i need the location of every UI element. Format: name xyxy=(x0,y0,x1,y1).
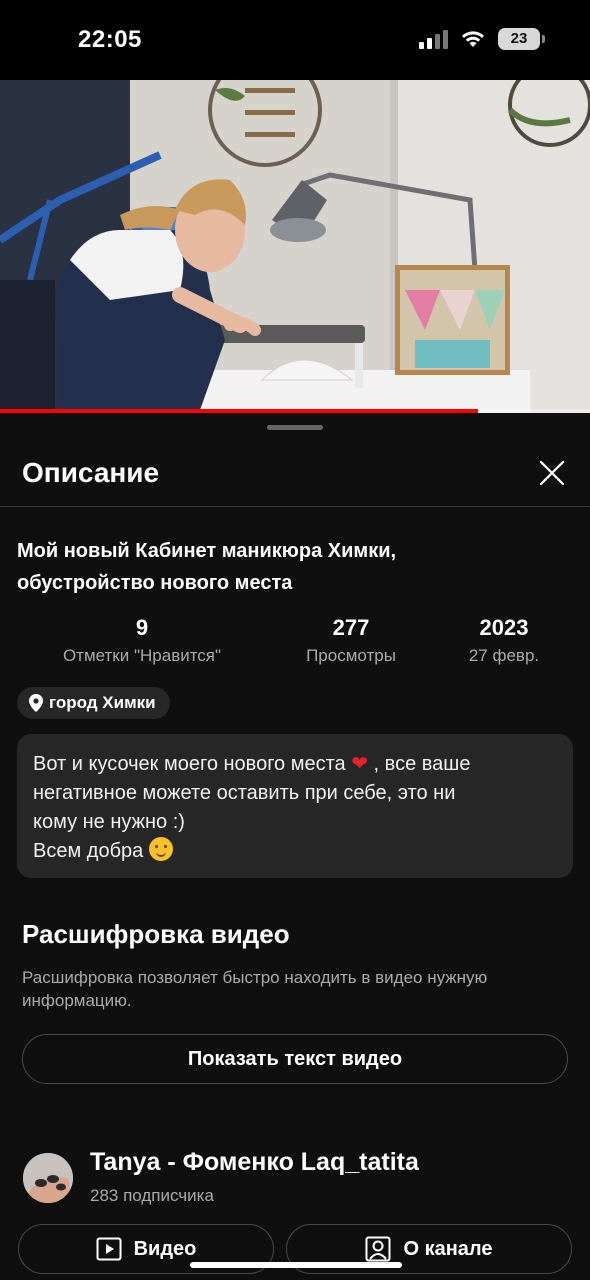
heart-emoji: ❤ xyxy=(351,751,368,775)
person-square-icon xyxy=(365,1236,391,1262)
date-stat: 2023 27 февр. xyxy=(458,613,550,669)
likes-count: 9 xyxy=(135,615,149,640)
status-icons: 23 xyxy=(419,28,545,50)
description-line1: Вот и кусочек моего нового места ❤ , все… xyxy=(33,749,557,779)
close-button[interactable] xyxy=(534,455,570,491)
show-transcript-button[interactable]: Показать текст видео xyxy=(22,1034,568,1084)
video-frame-image xyxy=(0,80,590,413)
cellular-signal-icon xyxy=(419,29,448,49)
likes-label: Отметки "Нравится" xyxy=(62,646,222,665)
video-player[interactable] xyxy=(0,80,590,413)
channel-avatar[interactable] xyxy=(23,1153,73,1203)
description-line1-text: Вот и кусочек моего нового места xyxy=(33,753,352,775)
close-icon xyxy=(539,460,565,486)
upload-year: 2023 xyxy=(479,615,529,640)
video-title-line2: обустройство нового места xyxy=(17,572,293,594)
play-square-icon xyxy=(96,1237,122,1261)
description-line2: негативное можете оставить при себе, это… xyxy=(33,782,456,804)
channel-about-label: О канале xyxy=(403,1237,493,1260)
likes-stat: 9 Отметки "Нравится" xyxy=(46,613,238,669)
channel-avatar-image xyxy=(23,1153,73,1203)
channel-name[interactable]: Tanya - Фоменко Laq_tatita xyxy=(90,1148,419,1177)
hugging-face-emoji xyxy=(148,837,173,861)
transcript-title: Расшифровка видео xyxy=(22,919,290,949)
sheet-header: Описание xyxy=(0,443,590,507)
views-stat: 277 Просмотры xyxy=(290,613,412,669)
home-indicator[interactable] xyxy=(190,1262,402,1268)
description-line4: Всем добра xyxy=(33,837,557,866)
battery-icon: 23 xyxy=(498,28,545,50)
location-label: город Химки xyxy=(49,693,156,712)
video-stats: 9 Отметки "Нравится" 277 Просмотры 2023 … xyxy=(0,613,590,673)
location-pin-icon xyxy=(29,694,43,712)
status-time: 22:05 xyxy=(78,26,142,53)
description-box: Вот и кусочек моего нового места ❤ , все… xyxy=(17,734,573,878)
description-sheet: Описание Мой новый Кабинет маникюра Химк… xyxy=(0,413,590,1280)
drag-handle[interactable] xyxy=(267,425,323,430)
description-line4-text: Всем добра xyxy=(33,840,149,862)
description-line3: кому не нужно :) xyxy=(33,811,185,833)
upload-date: 27 февр. xyxy=(468,646,540,665)
sheet-title: Описание xyxy=(22,457,160,488)
video-title: Мой новый Кабинет маникюра Химки, обустр… xyxy=(17,535,537,599)
transcript-description: Расшифровка позволяет быстро находить в … xyxy=(22,968,488,1010)
channel-videos-label: Видео xyxy=(133,1237,197,1260)
status-bar: 22:05 23 xyxy=(0,0,590,80)
wifi-icon xyxy=(462,31,484,47)
location-chip[interactable]: город Химки xyxy=(17,687,170,719)
views-label: Просмотры xyxy=(306,646,396,665)
description-line1-end: , все ваше xyxy=(368,753,471,775)
channel-subscribers: 283 подписчика xyxy=(90,1186,214,1205)
video-title-line1: Мой новый Кабинет маникюра Химки, xyxy=(17,540,397,562)
views-count: 277 xyxy=(332,615,370,640)
